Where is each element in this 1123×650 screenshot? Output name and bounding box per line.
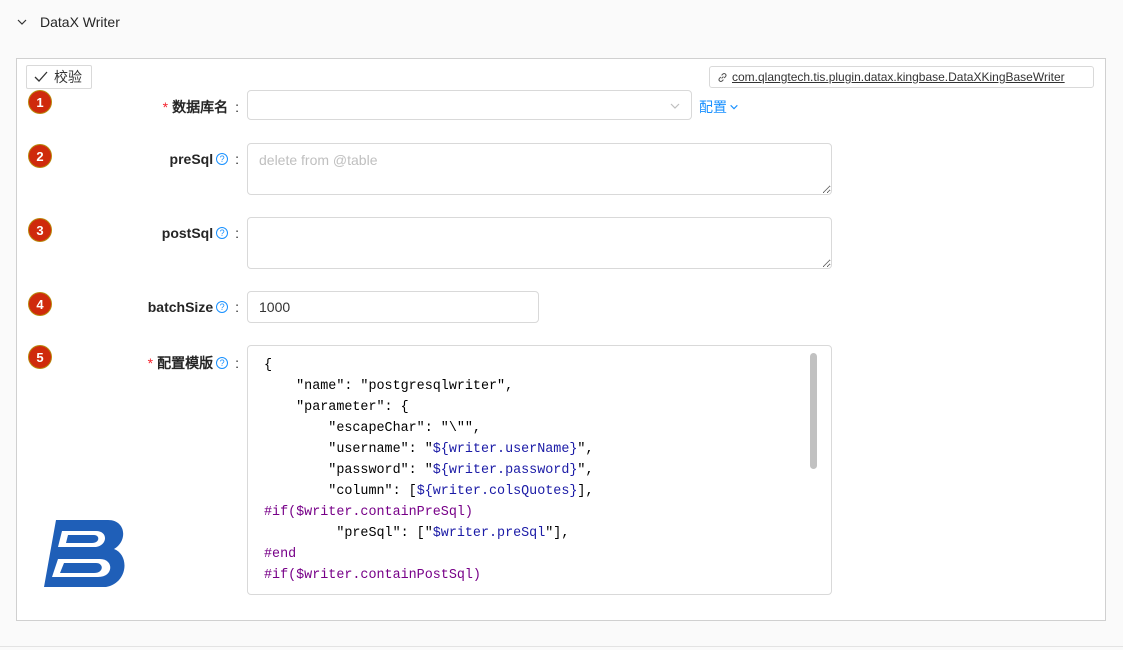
chevron-down-icon [730,104,738,110]
step-badge-4: 4 [29,293,51,315]
presql-textarea[interactable] [247,143,832,195]
check-icon [34,71,48,82]
scrollbar-thumb[interactable] [810,353,817,469]
postsql-label: postSql ? : [162,225,239,241]
db-name-select[interactable] [247,90,692,120]
label-colon: : [235,99,239,115]
step-badge-3: 3 [29,219,51,241]
template-label: * 配置模版 ? : [148,353,239,373]
config-dropdown-link[interactable]: 配置 [699,97,739,117]
template-label-text: 配置模版 [157,355,214,371]
verify-button[interactable]: 校验 [26,65,92,89]
plugin-class-text: com.qlangtech.tis.plugin.datax.kingbase.… [732,70,1065,84]
postsql-label-text: postSql [161,225,214,241]
question-circle-icon[interactable]: ? [216,227,229,239]
required-mark: * [162,99,169,115]
divider [0,646,1123,647]
step-badge-5: 5 [29,346,51,368]
step-badge-2: 2 [29,145,51,167]
db-name-label-text: 数据库名 [172,99,229,115]
batchsize-input[interactable] [247,291,539,323]
presql-label: preSql ? : [170,151,239,167]
step-badge-1: 1 [29,91,51,113]
link-icon [718,72,727,82]
verify-button-label: 校验 [54,69,82,85]
template-code-editor[interactable]: { "name": "postgresqlwriter", "parameter… [247,345,832,595]
question-circle-icon[interactable]: ? [216,357,229,369]
batchsize-label-text: batchSize [147,299,214,315]
label-colon: : [235,151,239,167]
batchsize-label: batchSize ? : [148,299,239,315]
chevron-down-icon [670,103,680,109]
plugin-class-link[interactable]: com.qlangtech.tis.plugin.datax.kingbase.… [709,66,1094,88]
postsql-textarea[interactable] [247,217,832,269]
panel-title: DataX Writer [40,14,120,30]
chevron-down-icon[interactable] [16,16,28,28]
required-mark: * [147,355,154,371]
label-colon: : [235,299,239,315]
question-circle-icon[interactable]: ? [216,301,229,313]
label-colon: : [235,225,239,241]
panel-header[interactable]: DataX Writer [0,0,1123,46]
question-circle-icon[interactable]: ? [216,153,229,165]
template-code[interactable]: { "name": "postgresqlwriter", "parameter… [264,355,593,586]
label-colon: : [235,355,239,371]
db-name-label: * 数据库名 : [163,97,239,117]
config-link-label: 配置 [699,99,727,115]
presql-label-text: preSql [169,151,214,167]
kingbase-logo [44,520,125,587]
